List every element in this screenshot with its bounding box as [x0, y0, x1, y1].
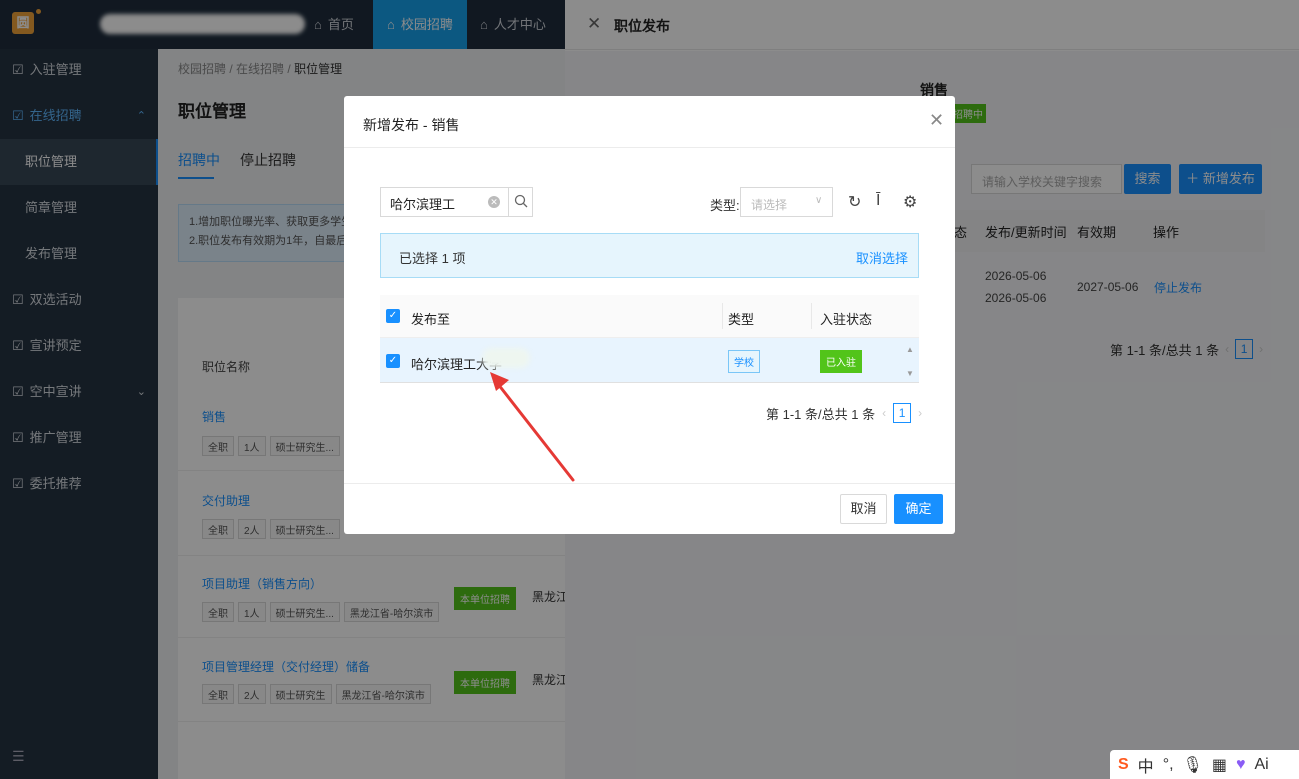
punctuation-icon[interactable]: °, [1163, 756, 1174, 774]
joined-status-tag: 已入驻 [820, 350, 862, 373]
skin-icon[interactable]: ♥ [1236, 756, 1246, 774]
scroll-up-icon[interactable]: ▲ [906, 345, 914, 354]
confirm-button[interactable]: 确定 [894, 494, 943, 524]
selected-count: 已选择 1 项 [399, 251, 466, 266]
divider [344, 147, 955, 148]
divider [344, 483, 955, 484]
sogou-logo-icon: S [1118, 755, 1129, 773]
chevron-right-icon[interactable]: › [918, 406, 922, 420]
chevron-left-icon[interactable]: ‹ [882, 406, 886, 420]
col-type: 类型 [728, 312, 755, 327]
ai-assistant[interactable]: Ai [1254, 756, 1268, 774]
cancel-button[interactable]: 取消 [840, 494, 887, 524]
microphone-icon[interactable]: 🎙 [1183, 755, 1203, 775]
settings-icon[interactable]: ⚙ [903, 192, 917, 212]
col-status: 入驻状态 [820, 312, 873, 327]
refresh-icon[interactable]: ↻ [848, 192, 861, 212]
search-value: 哈尔滨理工 [390, 197, 456, 212]
page-button[interactable]: 1 [893, 403, 912, 423]
col-divider [722, 303, 723, 329]
modal-pagination: 第 1-1 条/总共 1 条 ‹ 1 › [766, 403, 922, 423]
search-icon [514, 194, 528, 208]
search-button[interactable] [508, 187, 533, 217]
select-all-checkbox[interactable]: ✓ [386, 309, 400, 323]
cancel-selection-link[interactable]: 取消选择 [856, 248, 908, 267]
type-label: 类型: [710, 198, 740, 213]
col-publish-to: 发布至 [411, 312, 451, 327]
keyboard-icon[interactable]: ▦ [1212, 755, 1227, 775]
col-divider [811, 303, 812, 329]
scroll-down-icon[interactable]: ▼ [906, 369, 914, 378]
modal-title: 新增发布 - 销售 [363, 117, 460, 133]
ime-toolbar: S 中 °, 🎙 ▦ ♥ Ai [1110, 750, 1299, 779]
chinese-mode-toggle[interactable]: 中 [1138, 753, 1154, 777]
chevron-down-icon: ∨ [815, 195, 823, 206]
row-checkbox[interactable]: ✓ [386, 354, 400, 368]
text-height-icon[interactable]: Ī [876, 192, 880, 210]
pagination-summary: 第 1-1 条/总共 1 条 [766, 406, 876, 422]
close-icon[interactable]: ✕ [929, 110, 944, 131]
clear-icon[interactable]: ✕ [488, 196, 500, 208]
type-tag: 学校 [728, 350, 760, 373]
annotation-arrow-icon [490, 372, 575, 482]
